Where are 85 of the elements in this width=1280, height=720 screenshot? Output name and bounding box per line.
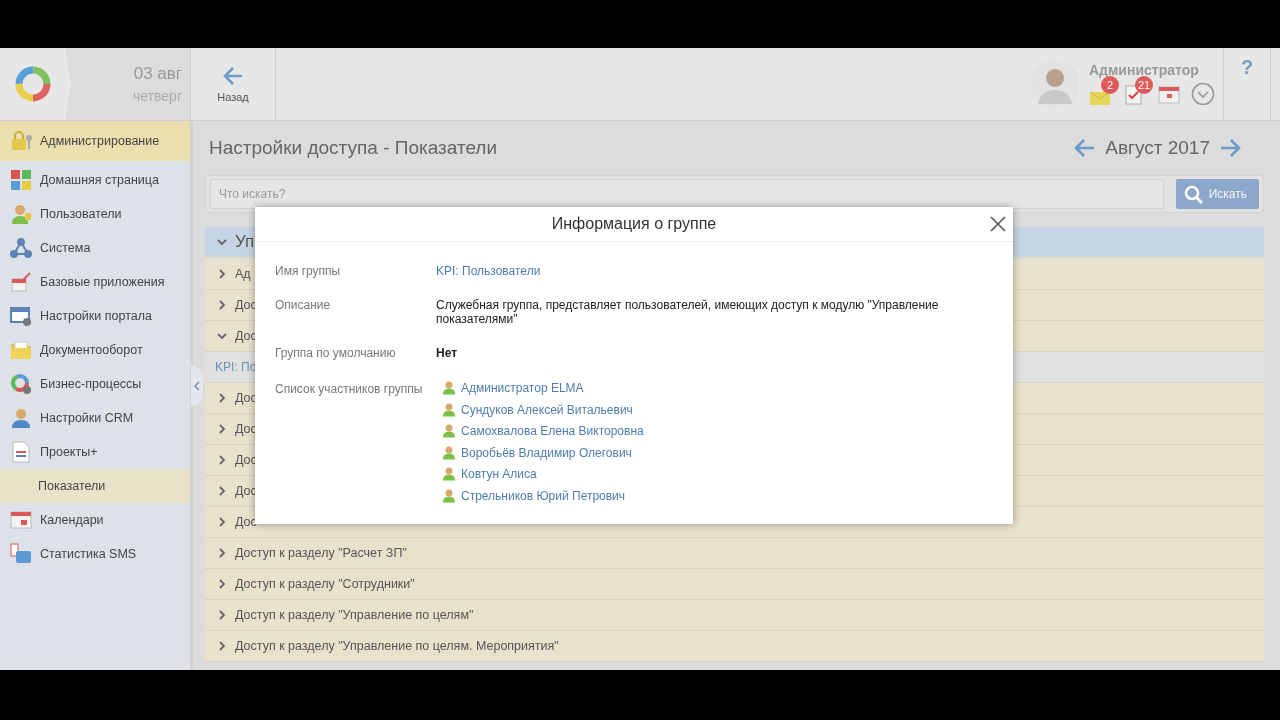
user-icon — [442, 401, 456, 418]
chevron-down-icon[interactable] — [217, 331, 227, 341]
chevron-right-icon[interactable] — [217, 486, 227, 496]
sidebar-item[interactable]: Базовые приложения — [0, 265, 190, 299]
sms-icon — [10, 543, 32, 565]
chevron-right-icon[interactable] — [217, 579, 227, 589]
row-label: Доступ к разделу "Управление по целям" — [235, 608, 474, 622]
chevron-right-icon[interactable] — [217, 610, 227, 620]
chevron-right-icon[interactable] — [217, 517, 227, 527]
sidebar-item[interactable]: Календари — [0, 503, 190, 537]
lock-key-icon — [10, 130, 32, 152]
chevron-right-icon[interactable] — [217, 641, 227, 651]
user-icon — [442, 444, 456, 461]
period-label: Август 2017 — [1105, 137, 1210, 159]
calendar-icon — [10, 509, 32, 531]
page-title: Настройки доступа - Показатели — [208, 137, 499, 159]
network-icon — [10, 237, 32, 259]
back-button[interactable]: Назад — [190, 48, 276, 120]
member-link[interactable]: Сундуков Алексей Витальевич — [461, 402, 633, 417]
row-label: Дос — [235, 329, 257, 343]
sidebar-section[interactable]: Администрирование — [0, 121, 190, 161]
member-link[interactable]: Воробьёв Владимир Олегович — [461, 445, 632, 460]
user-icon — [442, 423, 456, 440]
description-text: Служебная группа, представляет пользователей, имеющих доступ к модулю "Управление показателями" — [436, 298, 939, 326]
sidebar-item[interactable]: Система — [0, 231, 190, 265]
row-label: Доступ к разделу "Управление по целям. Мероприятия" — [235, 639, 559, 653]
close-icon — [989, 215, 1007, 233]
member-link[interactable]: Администратор ELMA — [461, 381, 584, 396]
document-icon — [10, 441, 32, 463]
user-icon — [10, 407, 32, 429]
search-field[interactable]: Что искать? — [210, 179, 1164, 209]
sidebar-item[interactable]: Настройки CRM — [0, 401, 190, 435]
row-label: Доступ к разделу "Расчет ЗП" — [235, 546, 407, 560]
sidebar-item[interactable]: Пользователи — [0, 197, 190, 231]
member-link[interactable]: Стрельников Юрий Петрович — [461, 488, 626, 503]
search-icon — [1183, 184, 1203, 204]
group-name-link[interactable]: KPI: Пользователи — [436, 264, 541, 278]
row-label: Дос — [235, 515, 257, 529]
dialog-title: Информация о группе — [551, 215, 717, 233]
ring-gear-icon — [10, 373, 32, 395]
sidebar-item[interactable]: Проекты+ — [0, 435, 190, 469]
window-gear-icon — [10, 305, 32, 327]
field-value: Нет — [436, 346, 458, 360]
calendar-pen-icon — [10, 271, 32, 293]
chevron-right-icon[interactable] — [217, 393, 227, 403]
sidebar-item[interactable]: Документооборот — [0, 333, 190, 367]
chevron-down-icon[interactable] — [217, 236, 227, 247]
row-label: Дос — [235, 484, 257, 498]
sidebar-item[interactable]: Настройки портала — [0, 299, 190, 333]
field-label: Группа по умолчанию — [275, 346, 396, 360]
chevron-down-icon[interactable] — [1191, 82, 1215, 106]
user-icon — [442, 487, 456, 504]
field-label: Описание — [275, 298, 331, 312]
chevron-right-icon[interactable] — [217, 300, 227, 310]
chevron-right-icon[interactable] — [217, 269, 227, 279]
count-badge: 2 — [1101, 76, 1119, 94]
chevron-right-icon[interactable] — [217, 455, 227, 465]
sidebar-item[interactable]: Домашняя страница — [0, 163, 190, 197]
count-badge: 21 — [1135, 76, 1153, 94]
row-label: Ад — [235, 267, 251, 281]
user-icon — [442, 466, 456, 483]
field-label: Имя группы — [275, 264, 341, 278]
member-link[interactable]: Ковтун Алиса — [461, 467, 537, 482]
field-label: Список участников группы — [275, 382, 423, 396]
row-label: Дос — [235, 298, 257, 312]
row-label: Уп — [235, 231, 255, 252]
member-link[interactable]: Самохвалова Елена Викторовна — [461, 424, 644, 439]
row-label: Дос — [235, 453, 257, 467]
user-icon — [10, 203, 32, 225]
sidebar-item[interactable]: Статистика SMS — [0, 537, 190, 571]
user-icon — [442, 380, 456, 397]
folder-icon — [10, 339, 32, 361]
row-label: Дос — [235, 391, 257, 405]
sidebar-item[interactable]: Бизнес-процессы — [0, 367, 190, 401]
back-arrow-icon — [222, 65, 244, 87]
tiles-icon — [10, 169, 32, 191]
row-label: Доступ к разделу "Сотрудники" — [235, 577, 415, 591]
row-label: Дос — [235, 422, 257, 436]
sidebar-item[interactable]: Показатели — [0, 469, 190, 503]
calendar-icon[interactable] — [1157, 84, 1181, 106]
chevron-right-icon[interactable] — [217, 424, 227, 434]
date-text: 03 авг — [133, 64, 182, 84]
collapse-icon[interactable] — [193, 381, 201, 391]
chevron-right-icon[interactable] — [217, 548, 227, 558]
close-button[interactable] — [989, 215, 1007, 233]
